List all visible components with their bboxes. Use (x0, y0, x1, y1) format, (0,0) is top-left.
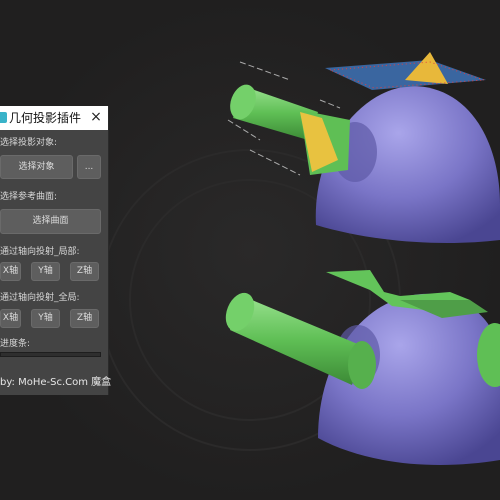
local-z-axis-button[interactable]: Z轴 (70, 262, 99, 281)
progress-label: 进度条: (0, 339, 31, 349)
local-y-axis-button[interactable]: Y轴 (31, 262, 60, 281)
plugin-app-icon (0, 112, 7, 123)
more-options-button[interactable]: ... (77, 155, 101, 179)
local-x-axis-button[interactable]: X轴 (0, 262, 21, 281)
panel-title: 几何投影插件 (9, 111, 82, 125)
close-icon[interactable]: × (87, 108, 105, 126)
reference-surface-label: 选择参考曲面: (0, 192, 58, 202)
global-x-axis-button[interactable]: X轴 (0, 309, 21, 328)
global-z-axis-button[interactable]: Z轴 (70, 309, 99, 328)
local-projection-label: 通过轴向投射_局部: (0, 247, 80, 257)
progress-bar (0, 352, 101, 357)
projection-object-label: 选择投影对象: (0, 138, 58, 148)
global-projection-label: 通过轴向投射_全局: (0, 293, 80, 303)
panel-title-bar[interactable]: 几何投影插件 × (0, 106, 108, 130)
footer-credit: by: MoHe-Sc.Com 魔盒 (0, 377, 112, 388)
select-object-button[interactable]: 选择对象 (0, 155, 73, 179)
select-surface-button[interactable]: 选择曲面 (0, 209, 101, 234)
global-y-axis-button[interactable]: Y轴 (31, 309, 60, 328)
plugin-panel: 几何投影插件 × 选择投影对象: 选择对象 ... 选择参考曲面: 选择曲面 通… (0, 106, 112, 395)
